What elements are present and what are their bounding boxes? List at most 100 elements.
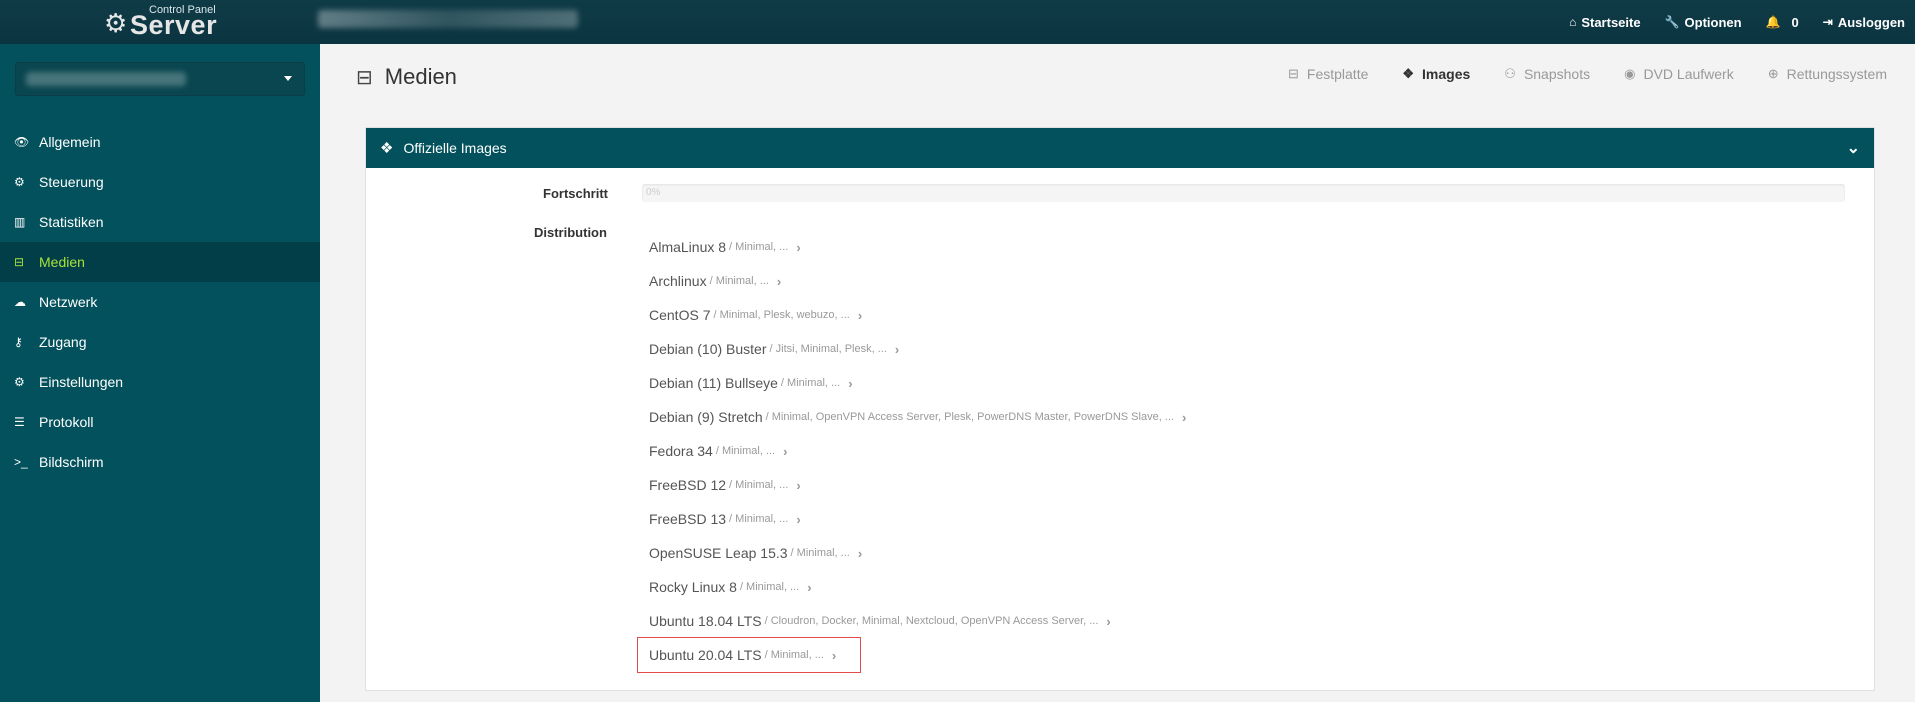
top-nav: ⌂ Startseite 🔧 Optionen 🔔 0 ⇥ Ausloggen <box>1569 0 1915 44</box>
home-label: Startseite <box>1581 14 1641 30</box>
gear-icon: ⚙ <box>14 175 25 189</box>
sidebar-item-einstellungen[interactable]: ⚙ Einstellungen <box>0 362 320 402</box>
lifebuoy-icon: ⊕ <box>1767 66 1779 81</box>
distribution-variants: / Jitsi, Minimal, Plesk, ... <box>769 343 887 355</box>
distribution-list: AlmaLinux 8 / Minimal, ... › Archlinux /… <box>637 230 1186 673</box>
server-select[interactable] <box>15 62 305 96</box>
distribution-name: Debian (10) Buster <box>649 341 767 357</box>
distribution-item-freebsd-12[interactable]: FreeBSD 12 / Minimal, ... › <box>638 468 1186 502</box>
terminal-icon: >_ <box>14 455 28 469</box>
distribution-item-freebsd-13[interactable]: FreeBSD 13 / Minimal, ... › <box>638 502 1186 536</box>
options-label: Optionen <box>1684 14 1742 30</box>
logout-icon: ⇥ <box>1822 15 1833 29</box>
main-content: ⊟ Medien ⊟ Festplatte ❖ Images ⚇ Snapsho… <box>320 44 1915 702</box>
top-bar: Control Panel ⚙ Server ⌂ Startseite 🔧 Op… <box>0 0 1915 44</box>
tab-label: DVD Laufwerk <box>1643 66 1734 82</box>
distribution-item-debian-9[interactable]: Debian (9) Stretch / Minimal, OpenVPN Ac… <box>638 400 1186 434</box>
distribution-variants: / Minimal, ... <box>729 513 789 525</box>
drive-icon: ⊟ <box>1287 66 1299 81</box>
list-icon: ☰ <box>14 415 25 429</box>
server-name-blurred <box>318 10 578 28</box>
sidebar: 👁 Allgemein ⚙ Steuerung ▥ Statistiken ⊟ … <box>0 44 320 702</box>
sidebar-item-label: Statistiken <box>39 214 104 230</box>
sidebar-item-bildschirm[interactable]: >_ Bildschirm <box>0 442 320 482</box>
distribution-item-centos-7[interactable]: CentOS 7 / Minimal, Plesk, webuzo, ... › <box>638 298 1186 332</box>
logout-label: Ausloggen <box>1837 14 1905 30</box>
bell-icon: 🔔 <box>1765 15 1781 29</box>
home-link[interactable]: ⌂ Startseite <box>1569 15 1641 30</box>
key-icon: ⚷ <box>14 335 23 349</box>
distribution-label: Distribution <box>534 225 607 240</box>
progress-label: Fortschritt <box>543 186 608 201</box>
tab-label: Snapshots <box>1523 66 1591 82</box>
distribution-item-opensuse-leap[interactable]: OpenSUSE Leap 15.3 / Minimal, ... › <box>638 536 1186 570</box>
panel-title: Offizielle Images <box>403 140 507 156</box>
chevron-right-icon: › <box>857 307 863 323</box>
distribution-item-rocky-linux-8[interactable]: Rocky Linux 8 / Minimal, ... › <box>638 570 1186 604</box>
sidebar-item-label: Zugang <box>39 334 87 350</box>
chevron-right-icon: › <box>807 579 812 595</box>
sidebar-item-allgemein[interactable]: 👁 Allgemein <box>0 122 320 162</box>
chevron-right-icon: › <box>894 341 900 357</box>
distribution-variants: / Minimal, OpenVPN Access Server, Plesk,… <box>765 411 1174 423</box>
distribution-name: Archlinux <box>649 273 707 289</box>
logo[interactable]: Control Panel ⚙ Server <box>104 4 234 42</box>
distribution-item-fedora-34[interactable]: Fedora 34 / Minimal, ... › <box>638 434 1186 468</box>
sidebar-item-zugang[interactable]: ⚷ Zugang <box>0 322 320 362</box>
notifications-count: 0 <box>1791 14 1799 30</box>
chevron-right-icon: › <box>848 375 853 391</box>
chevron-right-icon: › <box>1181 409 1187 425</box>
distribution-name: FreeBSD 12 <box>649 477 727 493</box>
gear-logo-icon: ⚙ <box>104 8 128 38</box>
sidebar-item-label: Allgemein <box>39 134 101 150</box>
chevron-right-icon: › <box>857 545 863 561</box>
drive-icon: ⊟ <box>356 66 373 89</box>
chevron-down-icon[interactable]: ⌄ <box>1847 138 1860 158</box>
cloud-icon: ☁ <box>14 295 26 309</box>
page-title-text: Medien <box>384 64 457 89</box>
progress-value: 0% <box>646 187 661 198</box>
sidebar-item-label: Bildschirm <box>39 454 104 470</box>
distribution-name: Debian (9) Stretch <box>649 409 763 425</box>
progress-bar: 0% <box>642 184 1845 202</box>
tab-dvd-laufwerk[interactable]: ◉ DVD Laufwerk <box>1624 66 1734 82</box>
logout-link[interactable]: ⇥ Ausloggen <box>1823 15 1905 30</box>
distribution-item-archlinux[interactable]: Archlinux / Minimal, ... › <box>638 264 1186 298</box>
sidebar-item-label: Medien <box>39 254 85 270</box>
distribution-variants: / Cloudron, Docker, Minimal, Nextcloud, … <box>764 615 1099 627</box>
distribution-item-ubuntu-20-04[interactable]: Ubuntu 20.04 LTS / Minimal, ... › <box>637 637 861 673</box>
home-icon: ⌂ <box>1569 15 1577 29</box>
panel-header[interactable]: ❖ Offizielle Images ⌄ <box>366 128 1874 168</box>
distribution-name: Rocky Linux 8 <box>649 579 737 595</box>
distribution-item-debian-10[interactable]: Debian (10) Buster / Jitsi, Minimal, Ple… <box>638 332 1186 366</box>
media-tabs: ⊟ Festplatte ❖ Images ⚇ Snapshots ◉ DVD … <box>1254 66 1887 82</box>
chevron-right-icon: › <box>796 477 801 493</box>
distribution-item-almalinux-8[interactable]: AlmaLinux 8 / Minimal, ... › <box>638 230 1186 264</box>
distribution-name: AlmaLinux 8 <box>649 239 727 255</box>
sidebar-item-netzwerk[interactable]: ☁ Netzwerk <box>0 282 320 322</box>
sidebar-item-label: Protokoll <box>39 414 94 430</box>
tab-rettungssystem[interactable]: ⊕ Rettungssystem <box>1768 66 1887 82</box>
sidebar-item-medien[interactable]: ⊟ Medien <box>0 242 320 282</box>
distribution-name: Fedora 34 <box>649 443 713 459</box>
tab-images[interactable]: ❖ Images <box>1402 66 1470 82</box>
sidebar-item-steuerung[interactable]: ⚙ Steuerung <box>0 162 320 202</box>
distribution-name: Ubuntu 18.04 LTS <box>649 613 762 629</box>
distribution-item-debian-11[interactable]: Debian (11) Bullseye / Minimal, ... › <box>638 366 1186 400</box>
chevron-right-icon: › <box>831 647 837 663</box>
cubes-icon: ❖ <box>1402 66 1415 81</box>
server-select-blurred-value <box>26 72 186 86</box>
notifications-button[interactable]: 🔔 0 <box>1766 15 1799 30</box>
chevron-right-icon: › <box>796 239 801 255</box>
sidebar-item-protokoll[interactable]: ☰ Protokoll <box>0 402 320 442</box>
tab-festplatte[interactable]: ⊟ Festplatte <box>1288 66 1368 82</box>
sidebar-item-statistiken[interactable]: ▥ Statistiken <box>0 202 320 242</box>
options-link[interactable]: 🔧 Optionen <box>1665 15 1742 30</box>
distribution-variants: / Minimal, ... <box>764 649 824 661</box>
distribution-variants: / Minimal, ... <box>715 445 776 457</box>
sidebar-item-label: Netzwerk <box>39 294 98 310</box>
distribution-item-ubuntu-18-04[interactable]: Ubuntu 18.04 LTS / Cloudron, Docker, Min… <box>638 604 1186 638</box>
tab-label: Festplatte <box>1306 66 1369 82</box>
chevron-right-icon: › <box>776 273 782 289</box>
tab-snapshots[interactable]: ⚇ Snapshots <box>1504 66 1590 82</box>
